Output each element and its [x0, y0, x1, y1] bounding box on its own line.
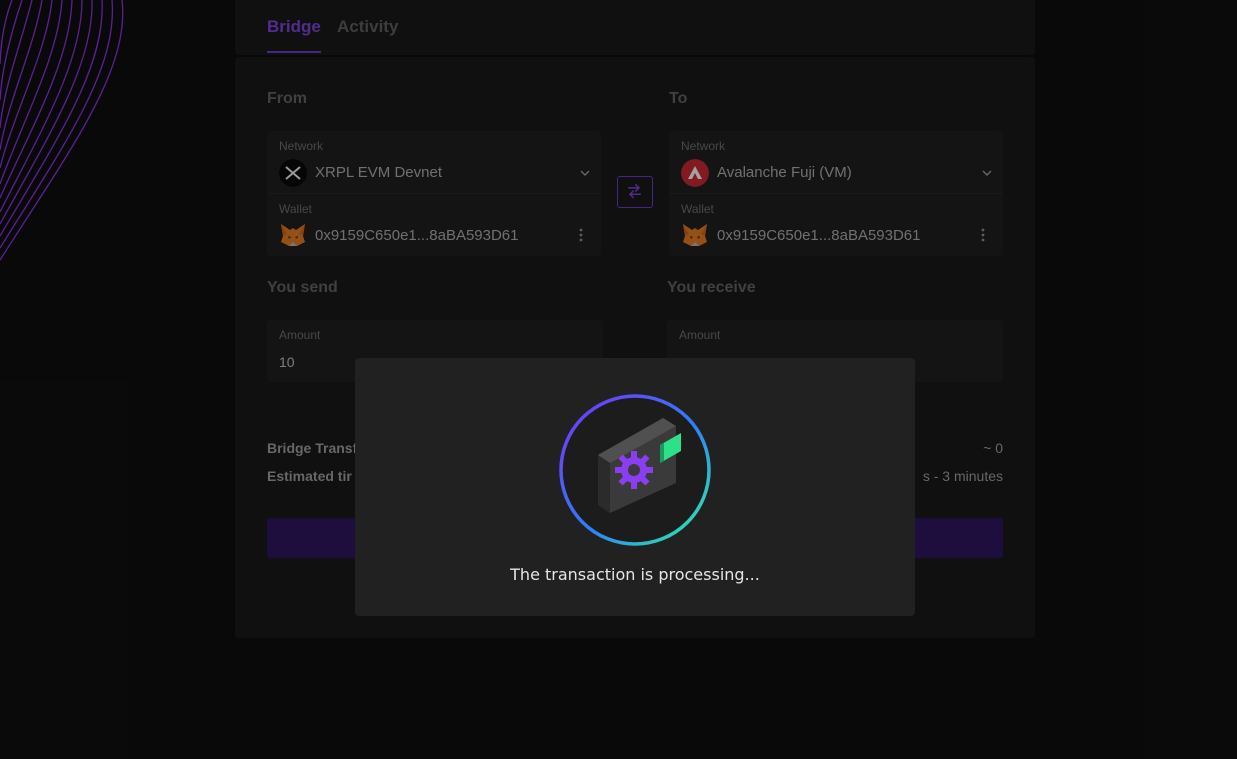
processing-message: The transaction is processing...: [510, 565, 760, 584]
processing-modal: The transaction is processing...: [355, 358, 915, 616]
processing-wallet-gear-icon: [559, 394, 711, 546]
